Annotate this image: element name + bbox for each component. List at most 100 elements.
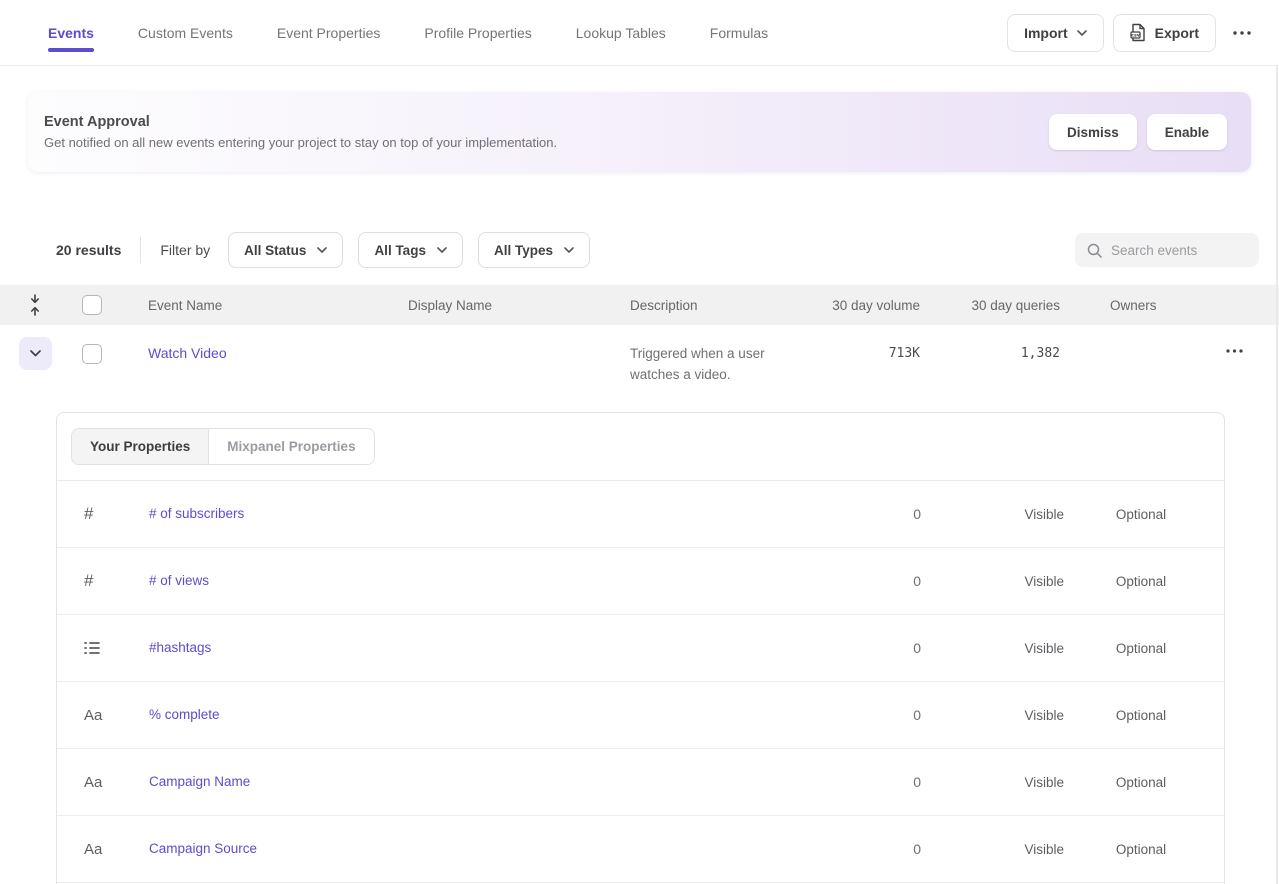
events-table-header: Event Name Display Name Description 30 d… <box>0 285 1279 325</box>
search-input[interactable] <box>1111 243 1247 258</box>
property-requirement: Optional <box>1081 708 1201 723</box>
import-button[interactable]: Import <box>1007 14 1104 52</box>
property-requirement: Optional <box>1081 641 1201 656</box>
tab-events[interactable]: Events <box>48 0 94 65</box>
event-name-link[interactable]: Watch Video <box>148 337 227 361</box>
toolbar-divider <box>140 237 141 263</box>
results-count: 20 results <box>56 242 121 258</box>
text-icon: Aa <box>84 774 102 791</box>
more-options-button[interactable] <box>1225 25 1259 41</box>
tab-lookup-tables[interactable]: Lookup Tables <box>576 0 666 65</box>
status-filter-dropdown[interactable]: All Status <box>228 232 343 268</box>
tags-filter-dropdown[interactable]: All Tags <box>358 232 463 268</box>
ellipsis-icon <box>1226 349 1243 353</box>
banner-description: Get notified on all new events entering … <box>44 135 557 150</box>
row-expander-button[interactable] <box>19 337 52 370</box>
column-header-owners[interactable]: Owners <box>1060 298 1210 313</box>
property-queries: 0 <box>806 841 921 857</box>
property-requirement: Optional <box>1081 574 1201 589</box>
property-name-link[interactable]: Campaign Source <box>149 841 257 856</box>
property-visibility: Visible <box>921 574 1081 589</box>
export-button[interactable]: csv Export <box>1113 14 1216 52</box>
text-icon: Aa <box>84 707 102 724</box>
property-row: # # of views 0 Visible Optional <box>57 548 1224 615</box>
export-button-label: Export <box>1155 25 1199 41</box>
property-name-link[interactable]: #hashtags <box>149 640 211 655</box>
property-name-link[interactable]: # of subscribers <box>149 506 244 521</box>
property-name-link[interactable]: # of views <box>149 573 209 588</box>
property-row: #hashtags 0 Visible Optional <box>57 615 1224 682</box>
collapse-all-icon[interactable] <box>0 294 70 316</box>
row-more-options-button[interactable] <box>1218 343 1251 359</box>
column-header-30-day-volume[interactable]: 30 day volume <box>802 298 920 313</box>
chevron-down-icon <box>564 247 574 253</box>
chevron-down-icon <box>317 247 327 253</box>
nav-actions: Import csv Export <box>1007 14 1259 52</box>
property-requirement: Optional <box>1081 507 1201 522</box>
lexicon-tabs: Events Custom Events Event Properties Pr… <box>48 0 768 65</box>
tab-your-properties[interactable]: Your Properties <box>72 429 208 464</box>
chevron-down-icon <box>1077 30 1087 36</box>
properties-segmented-control: Your Properties Mixpanel Properties <box>71 428 375 465</box>
property-queries: 0 <box>806 573 921 589</box>
column-header-event-name[interactable]: Event Name <box>130 298 390 313</box>
column-header-30-day-queries[interactable]: 30 day queries <box>920 298 1060 313</box>
property-row: Aa Campaign Name 0 Visible Optional <box>57 749 1224 816</box>
property-row: Aa Campaign Source 0 Visible Optional <box>57 816 1224 883</box>
csv-file-icon: csv <box>1130 23 1146 42</box>
event-30-day-volume: 713K <box>802 337 920 361</box>
scrollbar-track[interactable] <box>1276 66 1278 884</box>
property-requirement: Optional <box>1081 842 1201 857</box>
ellipsis-icon <box>1233 31 1251 35</box>
properties-tabs-row: Your Properties Mixpanel Properties <box>57 413 1224 481</box>
property-row: # # of subscribers 0 Visible Optional <box>57 481 1224 548</box>
property-queries: 0 <box>806 506 921 522</box>
column-header-display-name[interactable]: Display Name <box>390 298 612 313</box>
tags-filter-label: All Tags <box>374 243 426 258</box>
tab-mixpanel-properties[interactable]: Mixpanel Properties <box>208 429 373 464</box>
tab-event-properties[interactable]: Event Properties <box>277 0 381 65</box>
property-visibility: Visible <box>921 641 1081 656</box>
event-description: Triggered when a user watches a video. <box>630 337 802 386</box>
property-queries: 0 <box>806 707 921 723</box>
tab-formulas[interactable]: Formulas <box>710 0 768 65</box>
property-visibility: Visible <box>921 775 1081 790</box>
property-name-link[interactable]: % complete <box>149 707 220 722</box>
property-requirement: Optional <box>1081 775 1201 790</box>
types-filter-dropdown[interactable]: All Types <box>478 232 590 268</box>
event-properties-panel: Your Properties Mixpanel Properties # # … <box>56 412 1225 884</box>
banner-actions: Dismiss Enable <box>1049 114 1227 150</box>
property-visibility: Visible <box>921 507 1081 522</box>
tab-profile-properties[interactable]: Profile Properties <box>424 0 531 65</box>
event-approval-banner: Event Approval Get notified on all new e… <box>28 92 1251 172</box>
chevron-down-icon <box>437 247 447 253</box>
top-navigation: Events Custom Events Event Properties Pr… <box>0 0 1279 66</box>
text-icon: Aa <box>84 841 102 858</box>
tab-custom-events[interactable]: Custom Events <box>138 0 233 65</box>
property-queries: 0 <box>806 640 921 656</box>
number-icon: # <box>84 571 93 591</box>
search-icon <box>1087 243 1102 258</box>
number-icon: # <box>84 504 93 524</box>
property-visibility: Visible <box>921 708 1081 723</box>
filter-toolbar: 20 results Filter by All Status All Tags… <box>56 232 1259 268</box>
column-header-description[interactable]: Description <box>612 298 802 313</box>
event-30-day-queries: 1,382 <box>920 337 1060 361</box>
import-button-label: Import <box>1024 25 1068 41</box>
status-filter-label: All Status <box>244 243 306 258</box>
banner-title: Event Approval <box>44 114 557 130</box>
svg-text:csv: csv <box>1131 34 1139 39</box>
dismiss-button[interactable]: Dismiss <box>1049 114 1137 150</box>
row-checkbox[interactable] <box>82 344 102 364</box>
types-filter-label: All Types <box>494 243 553 258</box>
property-row: Aa % complete 0 Visible Optional <box>57 682 1224 749</box>
enable-button[interactable]: Enable <box>1147 114 1227 150</box>
property-queries: 0 <box>806 774 921 790</box>
list-icon <box>84 641 100 655</box>
chevron-down-icon <box>30 350 41 357</box>
select-all-checkbox[interactable] <box>82 295 102 315</box>
event-row-watch-video: Watch Video Triggered when a user watche… <box>0 325 1279 412</box>
property-name-link[interactable]: Campaign Name <box>149 774 250 789</box>
filter-by-label: Filter by <box>160 242 210 258</box>
search-box <box>1075 233 1259 267</box>
